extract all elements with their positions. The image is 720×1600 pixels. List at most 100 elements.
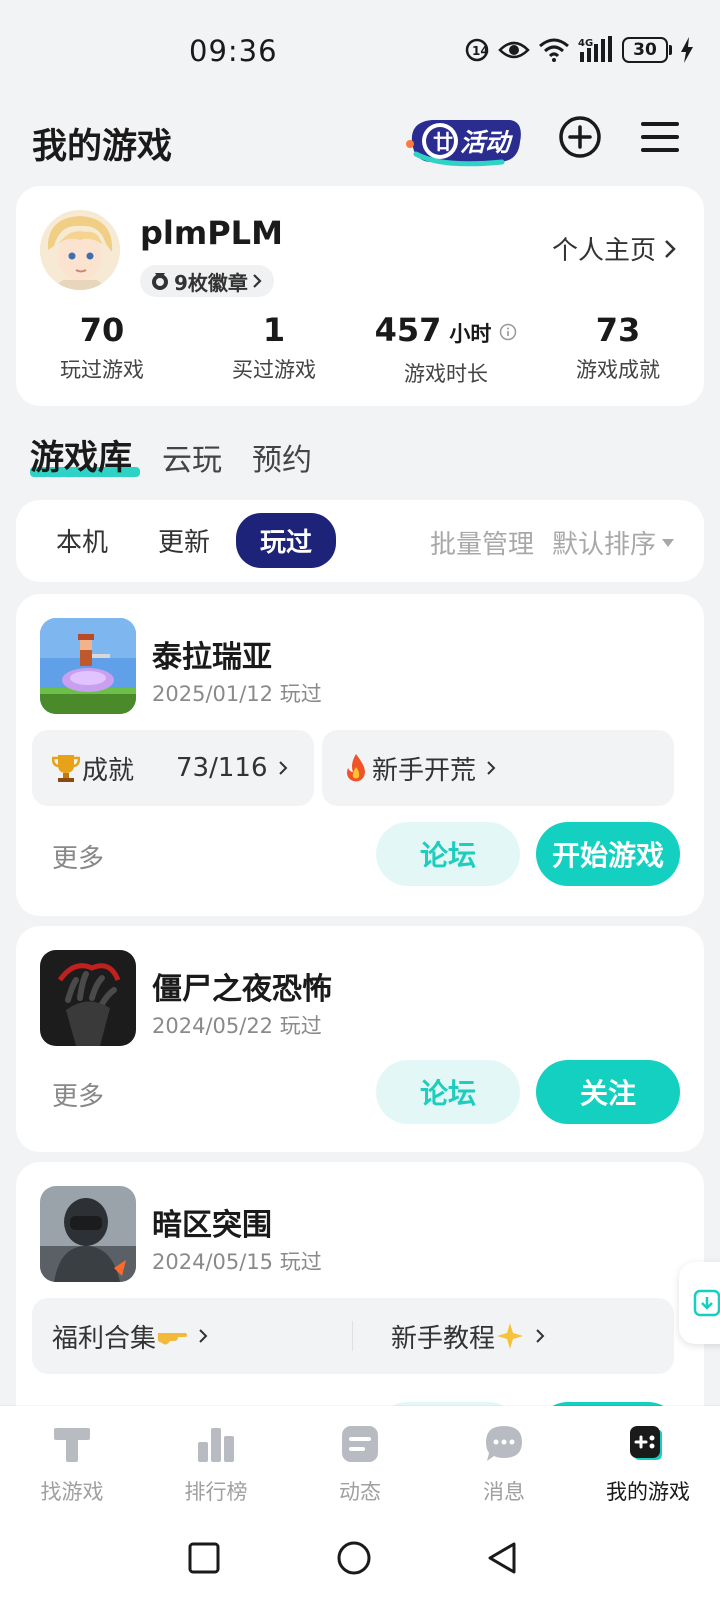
message-icon	[486, 1426, 522, 1461]
homepage-link[interactable]: 个人主页	[552, 230, 676, 267]
plus-circle-icon[interactable]	[557, 114, 603, 160]
nav-messages[interactable]: 消息	[432, 1406, 576, 1518]
batch-manage-button[interactable]: 批量管理	[430, 524, 534, 561]
stat-label: 游戏时长	[404, 362, 488, 386]
filter-local[interactable]: 本机	[56, 522, 108, 559]
find-games-icon	[54, 1428, 90, 1462]
recent-apps-icon[interactable]	[186, 1540, 222, 1576]
stat-value: 70	[79, 311, 125, 349]
welfare-link[interactable]: 福利合集	[32, 1318, 352, 1355]
avatar[interactable]	[40, 210, 120, 290]
stat-unit: 小时	[449, 322, 492, 346]
stats-row: 70 玩过游戏 1 买过游戏 457 小时 游戏时长 73 游戏成就	[16, 308, 704, 388]
battery-icon: 30	[622, 37, 672, 63]
game-card-zombie-night[interactable]: 僵尸之夜恐怖 2024/05/22 玩过 更多 论坛 关注	[16, 926, 704, 1152]
achievement-value: 73/116	[176, 753, 268, 783]
stat-value: 1	[262, 311, 286, 349]
stat-value: 457	[374, 311, 442, 349]
chevron-right-icon	[199, 1329, 208, 1343]
achievement-box[interactable]: 成就 73/116	[32, 730, 314, 806]
start-game-button[interactable]: 开始游戏	[536, 822, 680, 886]
stat-label: 玩过游戏	[60, 358, 144, 382]
stat-value: 73	[595, 311, 641, 349]
status-icons: 14 4G 30	[464, 36, 694, 64]
guide-links-box: 福利合集 新手教程	[32, 1298, 674, 1374]
bottom-nav: 找游戏 排行榜 动态 消息 我的游戏	[0, 1406, 720, 1518]
stat-achievements[interactable]: 73 游戏成就	[532, 308, 704, 388]
arena-breakout-game-icon	[40, 1186, 136, 1282]
terraria-game-icon	[40, 618, 136, 714]
game-card-arena-breakout[interactable]: 暗区突围 2024/05/15 玩过 福利合集 新手教程	[16, 1162, 704, 1466]
stat-bought-games[interactable]: 1 买过游戏	[188, 308, 360, 388]
nav-find-games[interactable]: 找游戏	[0, 1406, 144, 1518]
chevron-right-icon	[278, 761, 287, 775]
filter-played[interactable]: 玩过	[236, 513, 337, 568]
tab-reservations[interactable]: 预约	[252, 435, 312, 479]
svg-text:廿: 廿	[433, 130, 453, 154]
homepage-label: 个人主页	[551, 236, 656, 266]
filter-updates[interactable]: 更新	[158, 522, 210, 559]
filter-bar: 本机 更新 玩过 批量管理 默认排序	[16, 500, 704, 582]
feed-icon	[342, 1426, 378, 1462]
stat-label: 买过游戏	[232, 358, 316, 382]
charging-icon	[681, 37, 693, 63]
status-time: 09:36	[189, 34, 278, 68]
svg-text:14: 14	[472, 44, 489, 58]
sort-dropdown[interactable]: 默认排序	[552, 524, 674, 561]
tab-game-library[interactable]: 游戏库	[30, 430, 140, 479]
achievement-label: 成就	[82, 755, 135, 786]
game-name: 泰拉瑞亚	[152, 640, 272, 675]
zombie-game-icon	[40, 950, 136, 1046]
pointing-hand-icon	[158, 1333, 188, 1345]
game-name: 暗区突围	[152, 1208, 272, 1243]
chevron-right-icon	[253, 274, 262, 288]
wifi-icon	[539, 38, 569, 62]
tutorial-link[interactable]: 新手教程	[353, 1318, 674, 1355]
activity-badge[interactable]: 廿 活动	[402, 112, 526, 170]
medal-icon	[152, 273, 168, 290]
game-date: 2025/01/12 玩过	[152, 682, 322, 706]
forum-button[interactable]: 论坛	[376, 1060, 520, 1124]
chevron-right-icon	[536, 1329, 545, 1343]
badges-count: 9枚徽章	[174, 270, 248, 295]
stat-play-time[interactable]: 457 小时 游戏时长	[360, 308, 532, 388]
game-date: 2024/05/22 玩过	[152, 1014, 322, 1038]
more-button[interactable]: 更多	[52, 1076, 104, 1113]
svg-text:4G: 4G	[578, 38, 593, 49]
trophy-icon	[52, 755, 80, 782]
data-saver-icon: 14	[465, 38, 489, 62]
tab-cloud-play[interactable]: 云玩	[162, 435, 222, 479]
download-float-button[interactable]	[679, 1262, 720, 1344]
fire-icon	[347, 754, 365, 782]
game-name: 僵尸之夜恐怖	[152, 972, 332, 1007]
stat-played-games[interactable]: 70 玩过游戏	[16, 308, 188, 388]
newbie-guide-box[interactable]: 新手开荒	[322, 730, 674, 806]
follow-button[interactable]: 关注	[536, 1060, 680, 1124]
profile-card: plmPLM 9枚徽章 个人主页 70 玩过游戏 1 买过游戏 457 小时 游…	[16, 186, 704, 406]
stat-label: 游戏成就	[576, 358, 660, 382]
page-title: 我的游戏	[32, 127, 173, 167]
nav-my-games[interactable]: 我的游戏	[576, 1406, 720, 1518]
nav-feed[interactable]: 动态	[288, 1406, 432, 1518]
download-icon	[693, 1289, 720, 1317]
more-button[interactable]: 更多	[52, 838, 104, 875]
home-icon[interactable]	[336, 1540, 372, 1576]
hamburger-menu-icon[interactable]	[637, 114, 683, 160]
cell-signal-icon: 4G	[578, 36, 612, 62]
activity-label: 活动	[460, 128, 513, 157]
caret-down-icon	[662, 538, 674, 547]
sort-label: 默认排序	[551, 530, 656, 560]
chevron-right-icon	[665, 239, 676, 258]
system-nav-bar	[0, 1518, 720, 1600]
game-card-terraria[interactable]: 泰拉瑞亚 2025/01/12 玩过 成就 73/116 新手开荒 更多 论坛 …	[16, 594, 704, 916]
badges-link[interactable]: 9枚徽章	[140, 265, 274, 297]
main-tabs: 游戏库 云玩 预约	[30, 430, 312, 479]
nav-ranking[interactable]: 排行榜	[144, 1406, 288, 1518]
forum-button[interactable]: 论坛	[376, 822, 520, 886]
newbie-tag: 新手开荒	[372, 755, 477, 786]
back-icon[interactable]	[484, 1540, 520, 1576]
sparkle-star-icon	[497, 1323, 524, 1349]
chevron-right-icon	[487, 761, 496, 775]
username: plmPLM	[140, 214, 283, 252]
info-icon[interactable]	[499, 323, 517, 341]
